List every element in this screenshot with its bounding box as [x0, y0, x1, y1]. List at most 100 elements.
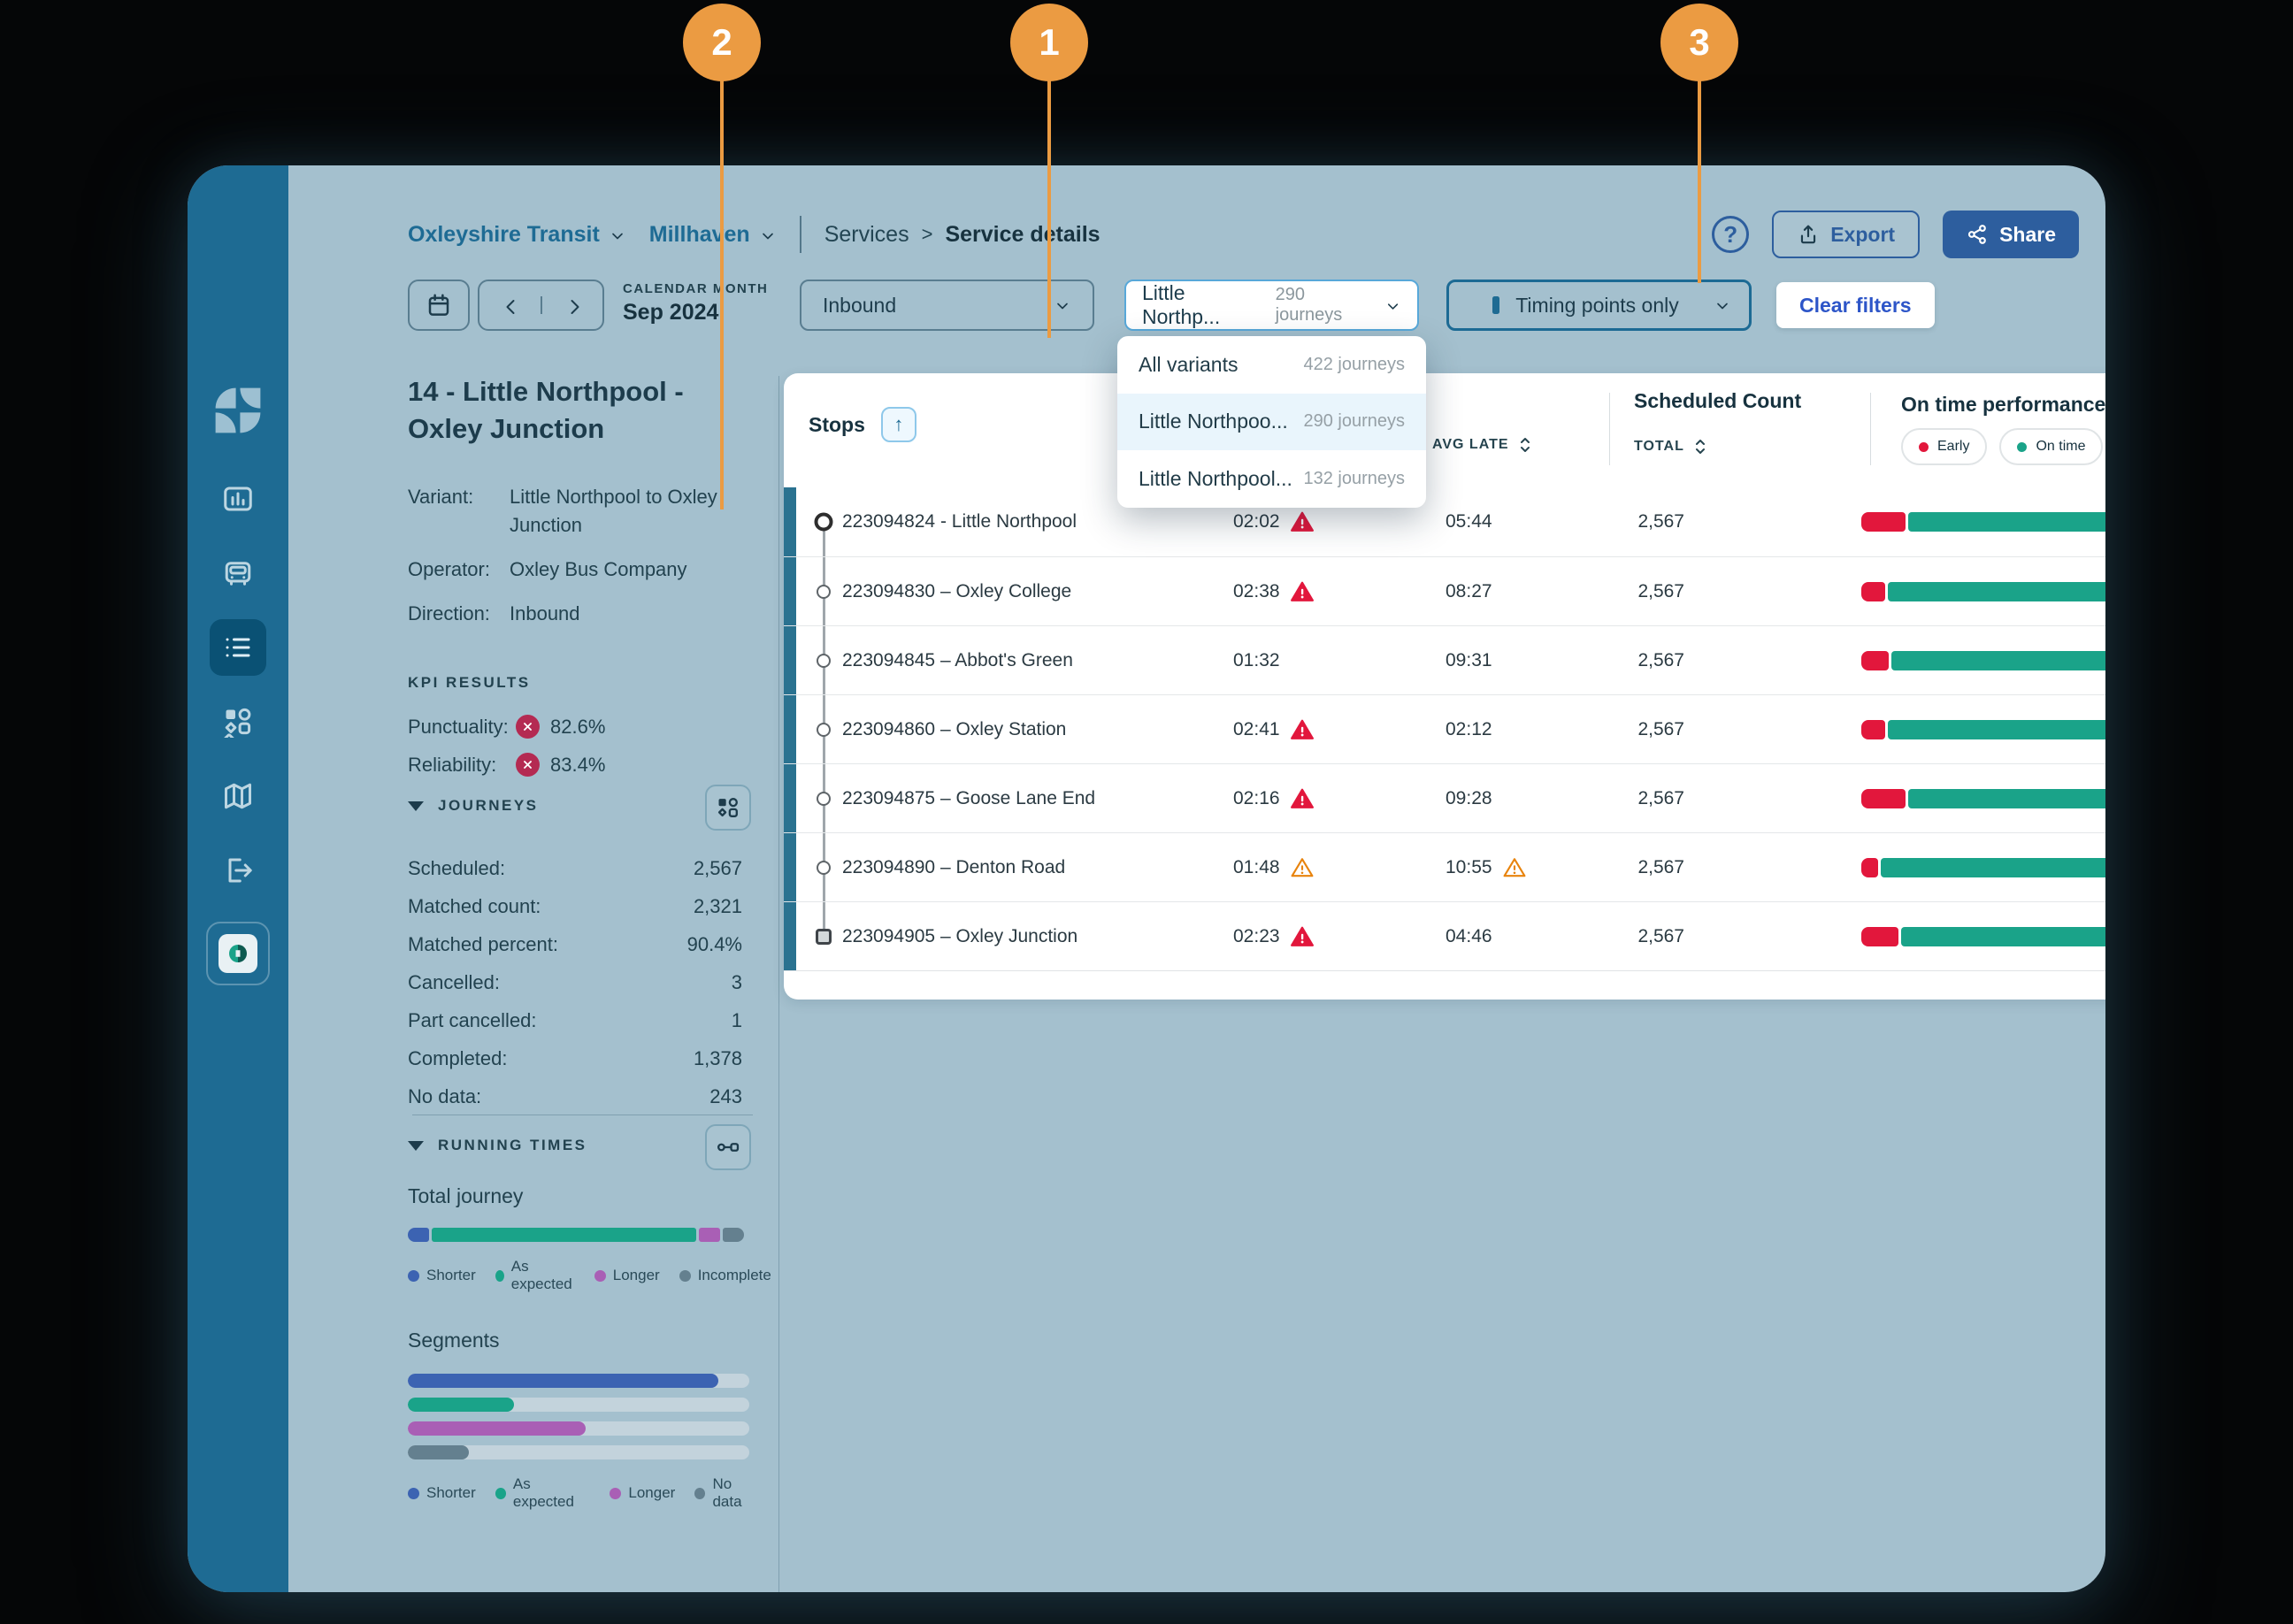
variant-select[interactable]: Little Northp... 290 journeys	[1124, 280, 1419, 331]
otp-bar-segment-on_time	[1901, 927, 2105, 946]
otp-bar-segment-early	[1861, 512, 1906, 532]
avg-early-cell: 02:23	[1233, 925, 1314, 948]
table-footer	[784, 970, 2105, 1000]
journey-stat-row: Matched percent:90.4%	[408, 933, 762, 956]
avg-early-value: 02:23	[1233, 926, 1280, 947]
stop-label: 223094830 – Oxley College	[842, 581, 1071, 602]
export-button[interactable]: Export	[1772, 211, 1920, 258]
stops-sort-button[interactable]: ↑	[881, 407, 916, 442]
legend-dot	[2017, 442, 2027, 452]
clear-filters-button[interactable]: Clear filters	[1776, 282, 1935, 328]
app-launcher-icon	[219, 934, 257, 973]
variant-menu-item[interactable]: Little Northpoo...290 journeys	[1117, 394, 1426, 451]
kpi-row: Punctuality:82.6%	[408, 715, 762, 739]
journey-stat-row: Part cancelled:1	[408, 1009, 762, 1032]
app-window: Oxleyshire Transit Millhaven Services > …	[188, 165, 2105, 1592]
journeys-section: JOURNEYS Scheduled:2,567Matched count:2,…	[408, 797, 762, 1108]
legend-label: No data	[712, 1475, 762, 1511]
stat-value: 243	[709, 1085, 762, 1108]
legend-label: As expected	[513, 1475, 590, 1511]
period-label: CALENDAR MONTH	[623, 281, 768, 296]
journeys-header[interactable]: JOURNEYS	[408, 797, 762, 815]
collapse-triangle-icon	[408, 1141, 424, 1151]
running-times-header[interactable]: RUNNING TIMES	[408, 1137, 762, 1154]
table-row[interactable]: 223094860 – Oxley Station02:4102:122,567	[784, 694, 2105, 763]
sidebar-item-bus[interactable]	[210, 545, 266, 601]
avg-late-value: 04:46	[1446, 926, 1492, 947]
table-row[interactable]: 223094845 – Abbot's Green01:3209:312,567	[784, 625, 2105, 694]
otp-legend: EarlyOn timeLateNot detected	[1901, 428, 2105, 465]
pinwheel-logo	[212, 385, 264, 436]
direction-value: Inbound	[823, 294, 896, 318]
table-row[interactable]: 223094875 – Goose Lane End02:1609:282,56…	[784, 763, 2105, 832]
sidebar-item-list[interactable]	[210, 619, 266, 676]
otp-bar-segment-on_time	[1881, 858, 2105, 877]
timing-points-select[interactable]: Timing points only	[1446, 280, 1752, 331]
stop-marker-terminus	[816, 929, 832, 945]
table-row[interactable]: 223094824 - Little Northpool02:0205:442,…	[784, 487, 2105, 556]
otp-bar	[1861, 858, 2105, 877]
next-month-button[interactable]	[542, 296, 603, 314]
legend-label: On time	[2036, 439, 2085, 455]
top-bar: Oxleyshire Transit Millhaven Services > …	[288, 206, 2105, 263]
legend-item: As expected	[495, 1475, 591, 1511]
table-row[interactable]: 223094905 – Oxley Junction02:2304:462,56…	[784, 901, 2105, 970]
otp-legend-pill[interactable]: On time	[1999, 428, 2103, 465]
scheduled-total-cell: 2,567	[1569, 719, 1684, 740]
variant-menu-item[interactable]: Little Northpool...132 journeys	[1117, 450, 1426, 508]
sidebar-item-bar-chart[interactable]	[210, 471, 266, 527]
otp-legend-pill[interactable]: Early	[1901, 428, 1987, 465]
avg-late-cell: 02:12	[1446, 719, 1492, 740]
help-button[interactable]: ?	[1712, 216, 1749, 253]
sidebar-item-shapes[interactable]	[210, 693, 266, 750]
avg-late-value: 08:27	[1446, 581, 1492, 602]
kpi-label: Punctuality:	[408, 716, 516, 739]
timing-points-value: Timing points only	[1515, 294, 1679, 318]
share-icon	[1966, 223, 1989, 246]
otp-bar-segment-on_time	[1908, 512, 2105, 532]
table-row[interactable]: 223094890 – Denton Road01:4810:552,567	[784, 832, 2105, 901]
stop-label: 223094824 - Little Northpool	[842, 511, 1077, 532]
breadcrumb: Oxleyshire Transit Millhaven Services > …	[408, 206, 1100, 263]
segment-track	[408, 1374, 749, 1388]
sort-icon	[1518, 435, 1532, 455]
table-row[interactable]: 223094830 – Oxley College02:3808:272,567	[784, 556, 2105, 625]
journeys-matrix-button[interactable]	[705, 785, 751, 831]
segment-fill	[408, 1421, 586, 1436]
org-selector[interactable]: Oxleyshire Transit	[408, 222, 626, 248]
detail-value: Little Northpool to Oxley Junction	[510, 483, 762, 540]
legend-item: Shorter	[408, 1475, 476, 1511]
otp-bar	[1861, 720, 2105, 739]
segment-track	[408, 1421, 749, 1436]
callout-1: 1	[1010, 4, 1088, 81]
scheduled-total-cell: 2,567	[1569, 581, 1684, 602]
calendar-button[interactable]	[408, 280, 470, 331]
panel-table-divider	[778, 376, 779, 1592]
kpi-label: Reliability:	[408, 754, 516, 777]
total-bar-segment	[723, 1228, 744, 1242]
kpi-row: Reliability:83.4%	[408, 753, 762, 777]
running-times-link-button[interactable]	[705, 1124, 751, 1170]
chevron-down-icon	[759, 226, 777, 243]
previous-month-button[interactable]	[479, 296, 542, 314]
avg-late-value: 09:31	[1446, 650, 1492, 671]
total-column-header[interactable]: TOTAL	[1634, 437, 1707, 456]
breadcrumb-services-link[interactable]: Services	[824, 222, 909, 248]
callout-line-3	[1698, 80, 1701, 283]
share-button[interactable]: Share	[1943, 211, 2079, 258]
variant-dropdown-menu: All variants422 journeysLittle Northpoo.…	[1117, 336, 1426, 508]
otp-bar-segment-on_time	[1891, 651, 2105, 670]
legend-dot	[679, 1270, 691, 1282]
sidebar-item-map[interactable]	[210, 768, 266, 824]
region-selector[interactable]: Millhaven	[649, 222, 777, 248]
sidebar-item-logout[interactable]	[210, 842, 266, 899]
avg-late-cell: 05:44	[1446, 511, 1492, 532]
app-launcher-button[interactable]	[206, 922, 270, 985]
share-label: Share	[1999, 223, 2056, 247]
callout-3: 3	[1660, 4, 1738, 81]
avg-late-column-header[interactable]: AVG LATE	[1432, 435, 1532, 455]
warning-icon	[1291, 718, 1314, 741]
stop-marker-mid	[817, 792, 831, 806]
breadcrumb-separator: >	[922, 223, 933, 246]
variant-menu-item[interactable]: All variants422 journeys	[1117, 336, 1426, 394]
